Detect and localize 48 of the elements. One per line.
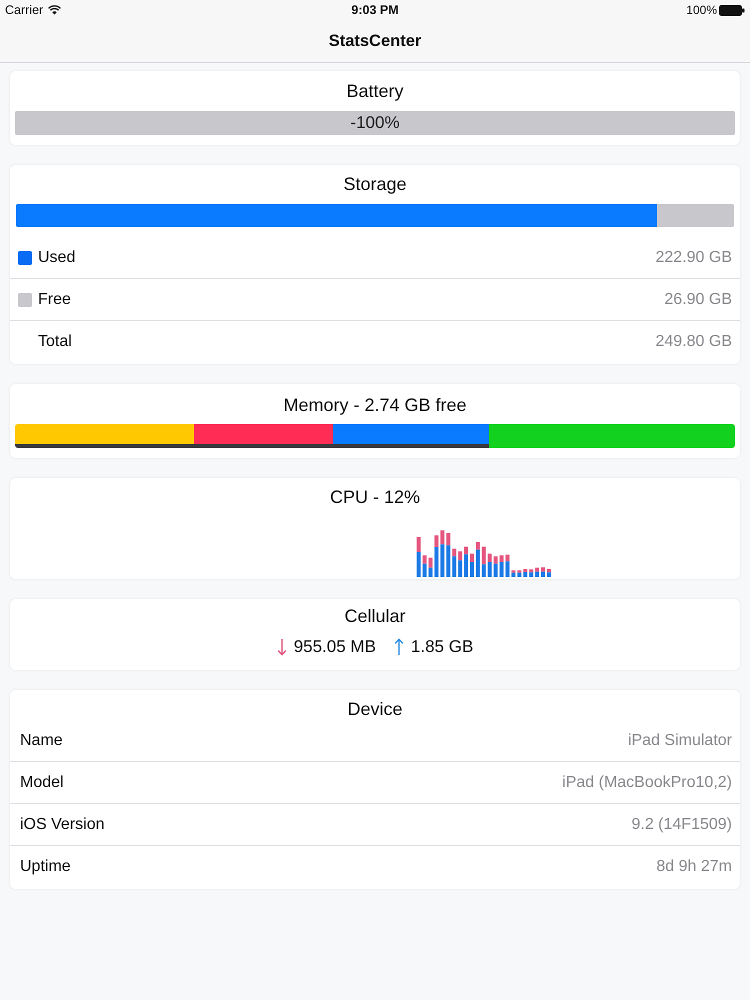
cpu-bar bbox=[523, 569, 528, 577]
cpu-bar bbox=[488, 554, 492, 577]
device-row-label: Uptime bbox=[20, 856, 71, 876]
cpu-bar bbox=[476, 542, 480, 577]
device-row-value: 8d 9h 27m bbox=[656, 856, 732, 876]
storage-row-label: Total bbox=[38, 332, 72, 352]
battery-icon bbox=[719, 4, 745, 16]
device-row-value: iPad Simulator bbox=[628, 730, 732, 750]
storage-row-value: 26.90 GB bbox=[664, 290, 732, 310]
cpu-bar bbox=[446, 533, 450, 577]
wifi-icon bbox=[48, 5, 62, 15]
clock-time: 9:03 PM bbox=[351, 3, 399, 17]
cpu-bar bbox=[482, 546, 486, 577]
cpu-bar bbox=[494, 556, 498, 577]
cpu-bar bbox=[452, 548, 456, 577]
cpu-bar bbox=[440, 530, 444, 577]
section-title: Memory - 2.74 GB free bbox=[282, 394, 468, 416]
cpu-bar bbox=[416, 537, 421, 577]
section-title: Storage bbox=[342, 173, 408, 195]
cpu-bar bbox=[500, 555, 504, 577]
device-row-label: Name bbox=[20, 730, 63, 750]
carrier-name: Carrier bbox=[5, 3, 44, 17]
cpu-bar bbox=[517, 570, 522, 577]
device-row-value: 9.2 (14F1509) bbox=[631, 814, 732, 834]
cpu-bar bbox=[529, 569, 534, 577]
storage-row-value: 222.90 GB bbox=[656, 248, 732, 268]
data-usage-value: 955.05 MB bbox=[294, 636, 376, 658]
cpu-bar bbox=[511, 570, 516, 577]
device-row-label: iOS Version bbox=[20, 814, 104, 834]
device-row-value: iPad (MacBookPro10,2) bbox=[562, 772, 732, 792]
storage-row-value: 249.80 GB bbox=[656, 332, 732, 352]
section-title: CPU - 12% bbox=[328, 486, 422, 508]
down-arrow-icon bbox=[276, 638, 287, 656]
section-title: Battery bbox=[345, 80, 405, 102]
cpu-bar bbox=[422, 555, 427, 577]
device-row-label: Model bbox=[20, 772, 64, 792]
cpu-bar bbox=[458, 551, 462, 577]
storage-row-label: Free bbox=[38, 290, 71, 310]
storage-row-label: Used bbox=[38, 248, 76, 268]
cpu-bar bbox=[506, 554, 510, 577]
section-title: Cellular bbox=[343, 605, 407, 627]
battery-reading: -100% bbox=[350, 113, 400, 133]
screen-title: StatsCenter bbox=[328, 32, 422, 50]
section-title: Device bbox=[346, 698, 404, 720]
up-arrow-icon bbox=[394, 638, 404, 656]
cpu-bar bbox=[535, 568, 540, 577]
battery-percentage: 100% bbox=[686, 3, 717, 17]
data-usage-value: 1.85 GB bbox=[410, 636, 474, 658]
